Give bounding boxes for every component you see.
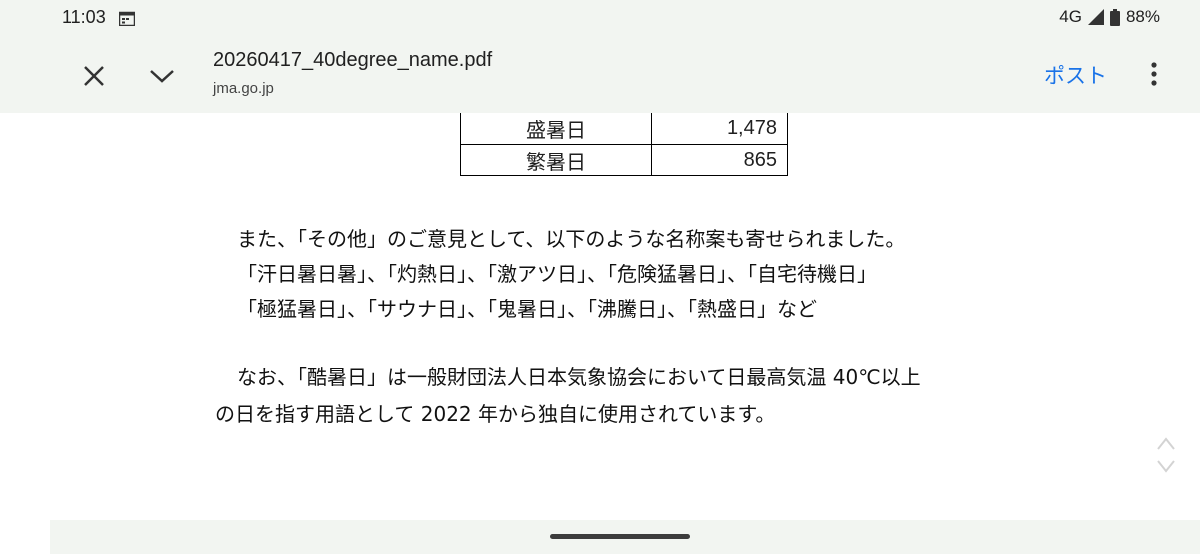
side-scroll-hint-icon bbox=[1157, 437, 1175, 473]
document-domain: jma.go.jp bbox=[213, 80, 274, 97]
close-icon bbox=[84, 66, 104, 86]
close-button[interactable] bbox=[74, 56, 114, 96]
expand-button[interactable] bbox=[142, 56, 182, 96]
pdf-viewer-toolbar: 20260417_40degree_name.pdf jma.go.jp ポスト bbox=[0, 36, 1200, 113]
table-cell-value: 865 bbox=[651, 144, 788, 176]
table-cell-name: 繁暑日 bbox=[460, 144, 652, 176]
more-vert-icon bbox=[1151, 62, 1157, 86]
status-bar: 11:03 4G 88% bbox=[0, 0, 1200, 36]
calendar-icon bbox=[119, 11, 135, 26]
pdf-page: 盛暑日 1,478 繁暑日 865 また、「その他」のご意見として、以下のような… bbox=[50, 113, 1200, 520]
body-text-line: の日を指す用語として 2022 年から独自に使用されています。 bbox=[215, 402, 776, 426]
body-text-line: 「汗日暑日暑」、「灼熱日」、「激アツ日」、「危険猛暑日」、「自宅待機日」 bbox=[237, 262, 877, 286]
post-button[interactable]: ポスト bbox=[1044, 60, 1107, 90]
battery-icon bbox=[1109, 8, 1120, 26]
more-options-button[interactable] bbox=[1136, 54, 1172, 94]
stats-table: 盛暑日 1,478 繁暑日 865 bbox=[460, 113, 788, 176]
signal-icon bbox=[1087, 9, 1104, 25]
body-text-line: 「極猛暑日」、「サウナ日」、「鬼暑日」、「沸騰日」、「熱盛日」など bbox=[237, 297, 817, 321]
network-label: 4G bbox=[1059, 7, 1082, 26]
system-navigation-bar bbox=[50, 520, 1200, 554]
document-title: 20260417_40degree_name.pdf bbox=[213, 49, 493, 71]
table-row: 盛暑日 1,478 bbox=[460, 113, 788, 145]
status-time: 11:03 bbox=[62, 7, 106, 27]
chevron-down-icon bbox=[150, 70, 174, 83]
left-margin bbox=[0, 113, 50, 554]
status-indicators: 4G 88% bbox=[1059, 7, 1160, 27]
gesture-handle[interactable] bbox=[550, 534, 690, 539]
battery-label: 88% bbox=[1125, 7, 1160, 26]
body-text-line: また、「その他」のご意見として、以下のような名称案も寄せられました。 bbox=[237, 227, 906, 251]
table-cell-name: 盛暑日 bbox=[460, 113, 652, 145]
table-row: 繁暑日 865 bbox=[460, 144, 788, 176]
body-text-line: なお、「酷暑日」は一般財団法人日本気象協会において日最高気温 40℃以上 bbox=[237, 365, 921, 389]
table-cell-value: 1,478 bbox=[651, 113, 788, 145]
